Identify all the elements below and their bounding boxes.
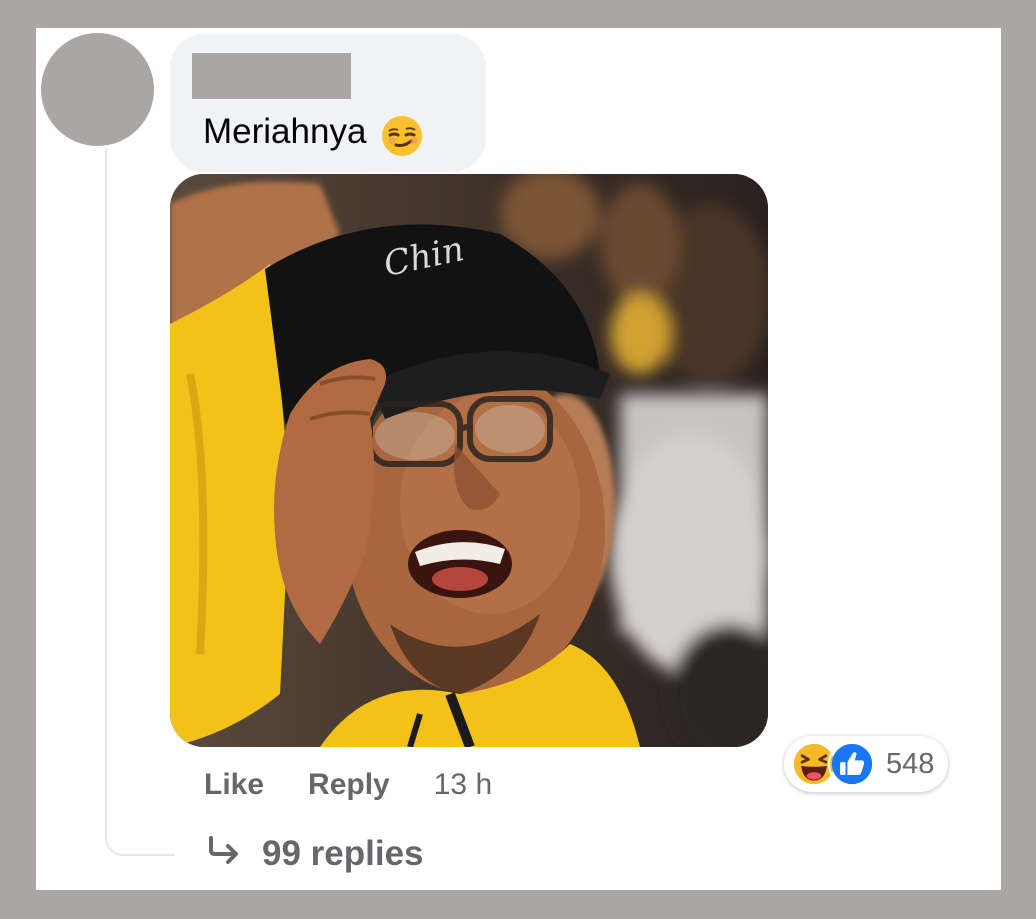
author-name-redacted[interactable] [192,53,351,99]
thumbs-up-icon [828,740,876,788]
comment-actions: Like Reply 13 h [204,768,492,802]
reaction-icons [790,740,876,788]
replies-count-label: 99 replies [262,834,424,873]
comment-text: Meriahnya [203,110,424,156]
comment-text-content: Meriahnya [203,112,367,151]
view-replies-link[interactable]: 99 replies [206,834,424,874]
reaction-count: 548 [886,747,935,780]
comment-photo[interactable]: Chin [170,174,768,747]
comment-bubble: Meriahnya [170,34,486,172]
reply-button[interactable]: Reply [308,768,390,802]
reactions-summary[interactable]: 548 [784,736,949,792]
smirking-face-emoji-icon [380,114,424,158]
comment-timestamp[interactable]: 13 h [434,768,492,802]
comment-card: Meriahnya Chin Like Reply 13 h 548 99 re… [36,28,1001,890]
reply-arrow-icon [206,834,242,874]
crowd-photo-image: Chin [170,174,768,747]
reply-thread-line [105,148,175,856]
like-button[interactable]: Like [204,768,264,802]
avatar[interactable] [41,33,154,146]
